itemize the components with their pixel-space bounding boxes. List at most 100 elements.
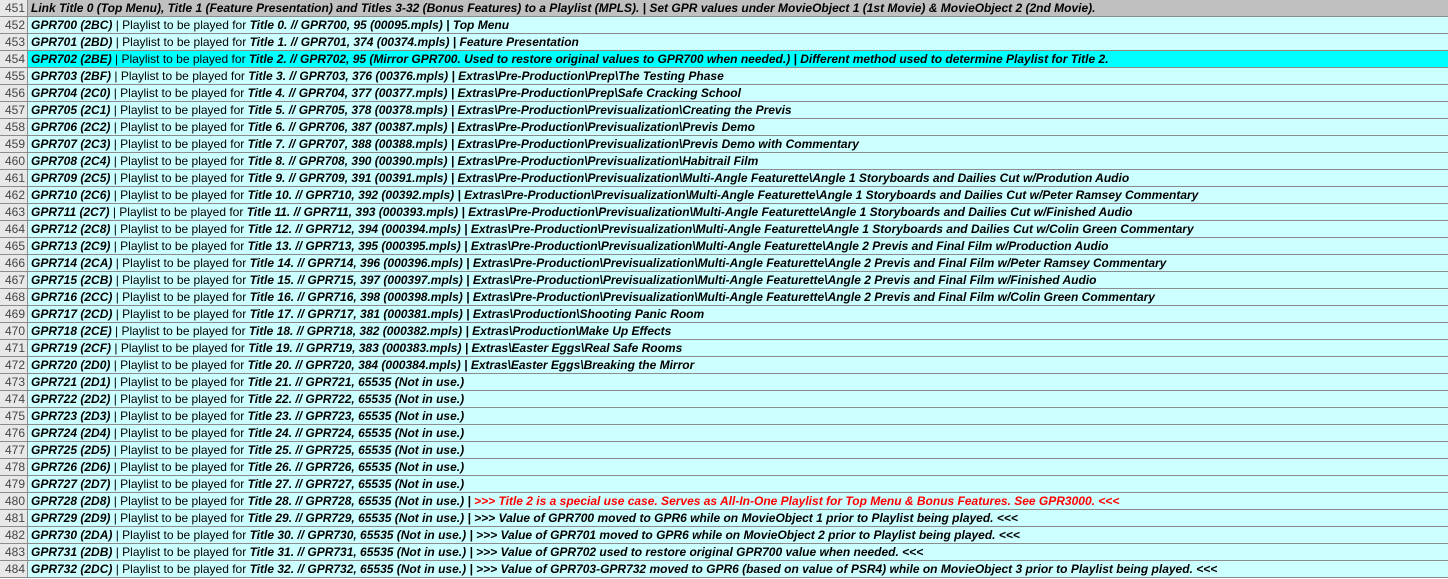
row-number[interactable]: 458 [0,119,28,135]
table-row[interactable]: 468 GPR716 (2CC) | Playlist to be played … [0,289,1448,306]
table-cell[interactable]: GPR715 (2CB) | Playlist to be played for… [28,272,1448,288]
table-cell[interactable]: GPR702 (2BE) | Playlist to be played for… [28,51,1448,67]
table-row[interactable]: 473 GPR721 (2D1) | Playlist to be played … [0,374,1448,391]
table-cell[interactable]: GPR727 (2D7) | Playlist to be played for… [28,476,1448,492]
table-row[interactable]: 459 GPR707 (2C3) | Playlist to be played … [0,136,1448,153]
table-cell[interactable]: GPR722 (2D2) | Playlist to be played for… [28,391,1448,407]
table-cell[interactable]: GPR710 (2C6) | Playlist to be played for… [28,187,1448,203]
table-cell[interactable]: GPR731 (2DB) | Playlist to be played for… [28,544,1448,560]
row-number[interactable]: 480 [0,493,28,509]
table-cell[interactable]: GPR730 (2DA) | Playlist to be played for… [28,527,1448,543]
table-row[interactable]: 453 GPR701 (2BD) | Playlist to be played … [0,34,1448,51]
table-cell[interactable]: GPR703 (2BF) | Playlist to be played for… [28,68,1448,84]
row-number[interactable]: 460 [0,153,28,169]
row-number[interactable]: 484 [0,561,28,577]
table-cell[interactable]: GPR713 (2C9) | Playlist to be played for… [28,238,1448,254]
row-number[interactable]: 483 [0,544,28,560]
table-cell[interactable]: GPR719 (2CF) | Playlist to be played for… [28,340,1448,356]
table-row[interactable]: 472 GPR720 (2D0) | Playlist to be played … [0,357,1448,374]
table-row[interactable]: 464 GPR712 (2C8) | Playlist to be played … [0,221,1448,238]
table-row[interactable]: 470 GPR718 (2CE) | Playlist to be played … [0,323,1448,340]
row-number[interactable]: 479 [0,476,28,492]
row-number[interactable]: 464 [0,221,28,237]
table-cell[interactable]: GPR711 (2C7) | Playlist to be played for… [28,204,1448,220]
header-row[interactable]: 451 Link Title 0 (Top Menu), Title 1 (Fe… [0,0,1448,17]
row-number[interactable]: 473 [0,374,28,390]
row-number[interactable]: 451 [0,0,28,16]
row-number[interactable]: 474 [0,391,28,407]
header-cell[interactable]: Link Title 0 (Top Menu), Title 1 (Featur… [28,0,1448,16]
table-row[interactable]: 466 GPR714 (2CA) | Playlist to be played … [0,255,1448,272]
row-number[interactable]: 455 [0,68,28,84]
table-cell[interactable]: GPR707 (2C3) | Playlist to be played for… [28,136,1448,152]
table-row[interactable]: 454 GPR702 (2BE) | Playlist to be played … [0,51,1448,68]
row-number[interactable]: 461 [0,170,28,186]
row-number[interactable]: 475 [0,408,28,424]
table-row[interactable]: 479 GPR727 (2D7) | Playlist to be played … [0,476,1448,493]
row-number[interactable]: 467 [0,272,28,288]
row-number[interactable]: 453 [0,34,28,50]
table-row[interactable]: 483 GPR731 (2DB) | Playlist to be played … [0,544,1448,561]
row-number[interactable]: 463 [0,204,28,220]
table-cell[interactable]: GPR709 (2C5) | Playlist to be played for… [28,170,1448,186]
table-row[interactable]: 460 GPR708 (2C4) | Playlist to be played … [0,153,1448,170]
table-cell[interactable]: GPR712 (2C8) | Playlist to be played for… [28,221,1448,237]
table-row[interactable]: 471 GPR719 (2CF) | Playlist to be played … [0,340,1448,357]
row-number[interactable]: 462 [0,187,28,203]
table-cell[interactable]: GPR717 (2CD) | Playlist to be played for… [28,306,1448,322]
row-number[interactable]: 452 [0,17,28,33]
table-row[interactable]: 484 GPR732 (2DC) | Playlist to be played … [0,561,1448,578]
row-number[interactable]: 478 [0,459,28,475]
table-cell[interactable]: GPR700 (2BC) | Playlist to be played for… [28,17,1448,33]
table-cell[interactable]: GPR724 (2D4) | Playlist to be played for… [28,425,1448,441]
row-number[interactable]: 481 [0,510,28,526]
table-row[interactable]: 482 GPR730 (2DA) | Playlist to be played … [0,527,1448,544]
table-cell[interactable]: GPR706 (2C2) | Playlist to be played for… [28,119,1448,135]
row-number[interactable]: 457 [0,102,28,118]
table-row[interactable]: 475 GPR723 (2D3) | Playlist to be played … [0,408,1448,425]
table-row[interactable]: 481 GPR729 (2D9) | Playlist to be played … [0,510,1448,527]
row-number[interactable]: 472 [0,357,28,373]
row-number[interactable]: 468 [0,289,28,305]
table-row[interactable]: 477 GPR725 (2D5) | Playlist to be played … [0,442,1448,459]
table-cell[interactable]: GPR718 (2CE) | Playlist to be played for… [28,323,1448,339]
table-row[interactable]: 465 GPR713 (2C9) | Playlist to be played … [0,238,1448,255]
table-row[interactable]: 463 GPR711 (2C7) | Playlist to be played … [0,204,1448,221]
row-number[interactable]: 456 [0,85,28,101]
table-row[interactable]: 476 GPR724 (2D4) | Playlist to be played … [0,425,1448,442]
table-cell[interactable]: GPR704 (2C0) | Playlist to be played for… [28,85,1448,101]
table-cell[interactable]: GPR728 (2D8) | Playlist to be played for… [28,493,1448,509]
row-number[interactable]: 466 [0,255,28,271]
table-cell[interactable]: GPR716 (2CC) | Playlist to be played for… [28,289,1448,305]
table-cell[interactable]: GPR726 (2D6) | Playlist to be played for… [28,459,1448,475]
table-row[interactable]: 457 GPR705 (2C1) | Playlist to be played … [0,102,1448,119]
table-row[interactable]: 452 GPR700 (2BC) | Playlist to be played … [0,17,1448,34]
row-number[interactable]: 454 [0,51,28,67]
row-number[interactable]: 471 [0,340,28,356]
row-number[interactable]: 459 [0,136,28,152]
table-row[interactable]: 461 GPR709 (2C5) | Playlist to be played … [0,170,1448,187]
table-row[interactable]: 462 GPR710 (2C6) | Playlist to be played … [0,187,1448,204]
table-row[interactable]: 474 GPR722 (2D2) | Playlist to be played … [0,391,1448,408]
row-number[interactable]: 470 [0,323,28,339]
table-cell[interactable]: GPR701 (2BD) | Playlist to be played for… [28,34,1448,50]
table-cell[interactable]: GPR723 (2D3) | Playlist to be played for… [28,408,1448,424]
table-row[interactable]: 455 GPR703 (2BF) | Playlist to be played … [0,68,1448,85]
table-cell[interactable]: GPR720 (2D0) | Playlist to be played for… [28,357,1448,373]
table-row[interactable]: 469 GPR717 (2CD) | Playlist to be played … [0,306,1448,323]
table-row[interactable]: 456 GPR704 (2C0) | Playlist to be played … [0,85,1448,102]
table-cell[interactable]: GPR708 (2C4) | Playlist to be played for… [28,153,1448,169]
row-number[interactable]: 469 [0,306,28,322]
table-cell[interactable]: GPR714 (2CA) | Playlist to be played for… [28,255,1448,271]
table-row[interactable]: 458 GPR706 (2C2) | Playlist to be played … [0,119,1448,136]
table-cell[interactable]: GPR725 (2D5) | Playlist to be played for… [28,442,1448,458]
table-row[interactable]: 478 GPR726 (2D6) | Playlist to be played … [0,459,1448,476]
row-number[interactable]: 482 [0,527,28,543]
table-cell[interactable]: GPR732 (2DC) | Playlist to be played for… [28,561,1448,577]
table-cell[interactable]: GPR705 (2C1) | Playlist to be played for… [28,102,1448,118]
table-row[interactable]: 467 GPR715 (2CB) | Playlist to be played … [0,272,1448,289]
table-row[interactable]: 480 GPR728 (2D8) | Playlist to be played … [0,493,1448,510]
row-number[interactable]: 476 [0,425,28,441]
table-cell[interactable]: GPR721 (2D1) | Playlist to be played for… [28,374,1448,390]
table-cell[interactable]: GPR729 (2D9) | Playlist to be played for… [28,510,1448,526]
